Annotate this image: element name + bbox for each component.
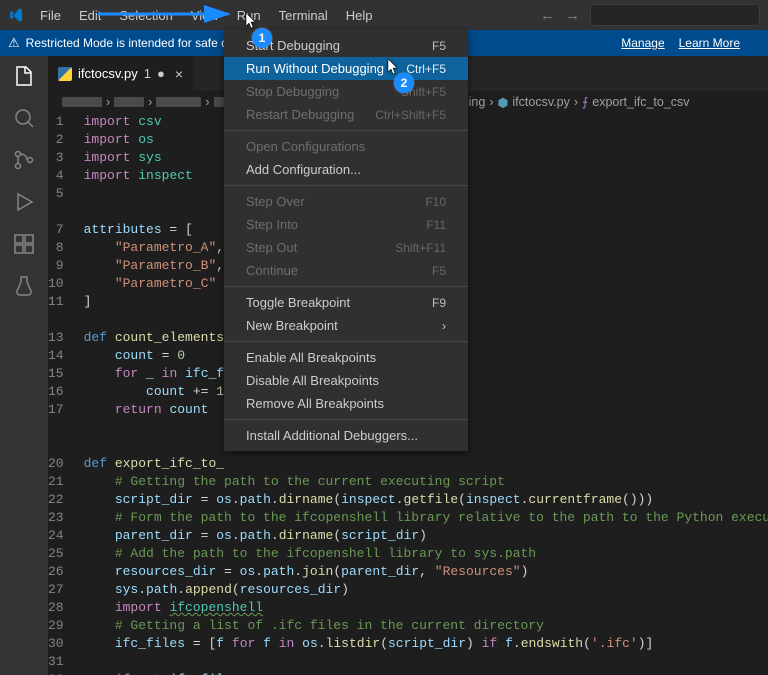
- python-file-icon: ⬢: [497, 95, 508, 110]
- menu-add-configuration[interactable]: Add Configuration...: [224, 158, 468, 181]
- shield-icon: ⚠: [8, 35, 20, 51]
- tab-filename: ifctocsv.py: [78, 66, 138, 81]
- nav-forward-icon[interactable]: →: [565, 7, 580, 24]
- source-control-icon[interactable]: [12, 148, 36, 172]
- menu-file[interactable]: File: [32, 4, 69, 27]
- menu-help[interactable]: Help: [338, 4, 381, 27]
- menu-toggle-breakpoint[interactable]: Toggle BreakpointF9: [224, 291, 468, 314]
- menu-enable-all-breakpoints[interactable]: Enable All Breakpoints: [224, 346, 468, 369]
- breadcrumb-redacted: [114, 97, 144, 107]
- function-icon: ⨍: [582, 95, 588, 109]
- search-icon[interactable]: [12, 106, 36, 130]
- extensions-icon[interactable]: [12, 232, 36, 256]
- restricted-manage-link[interactable]: Manage: [621, 36, 664, 50]
- breadcrumb-file[interactable]: ifctocsv.py: [512, 95, 569, 109]
- breadcrumb-function[interactable]: export_ifc_to_csv: [592, 95, 689, 109]
- tab-ifctocsv[interactable]: ifctocsv.py 1 ● ×: [48, 56, 194, 91]
- run-debug-icon[interactable]: [12, 190, 36, 214]
- menu-disable-all-breakpoints[interactable]: Disable All Breakpoints: [224, 369, 468, 392]
- menu-continue: ContinueF5: [224, 259, 468, 282]
- activity-bar: [0, 56, 48, 675]
- menu-start-debugging[interactable]: Start DebuggingF5: [224, 34, 468, 57]
- menu-open-configurations: Open Configurations: [224, 135, 468, 158]
- menu-step-out: Step OutShift+F11: [224, 236, 468, 259]
- breadcrumb-redacted: [156, 97, 201, 107]
- nav-back-icon[interactable]: ←: [540, 7, 555, 24]
- menu-view[interactable]: View: [183, 4, 227, 27]
- menu-install-debuggers[interactable]: Install Additional Debuggers...: [224, 424, 468, 447]
- line-gutter: 1234578910111314151617202122232425262728…: [48, 113, 80, 675]
- menu-run-without-debugging[interactable]: Run Without DebuggingCtrl+F5: [224, 57, 468, 80]
- menu-step-into: Step IntoF11: [224, 213, 468, 236]
- menu-edit[interactable]: Edit: [71, 4, 109, 27]
- run-menu-dropdown: Start DebuggingF5 Run Without DebuggingC…: [224, 30, 468, 451]
- menu-remove-all-breakpoints[interactable]: Remove All Breakpoints: [224, 392, 468, 415]
- menu-run[interactable]: Run: [229, 4, 269, 27]
- titlebar-search-input[interactable]: [590, 4, 760, 26]
- vscode-logo: [8, 7, 24, 23]
- menu-stop-debugging: Stop DebuggingShift+F5: [224, 80, 468, 103]
- python-file-icon: [58, 67, 72, 81]
- menu-terminal[interactable]: Terminal: [271, 4, 336, 27]
- menu-restart-debugging: Restart DebuggingCtrl+Shift+F5: [224, 103, 468, 126]
- tab-dirty-indicator: 1: [144, 66, 151, 81]
- restricted-text: Restricted Mode is intended for safe cod…: [26, 36, 247, 50]
- tab-modified-dot: ●: [157, 66, 165, 81]
- menu-step-over: Step OverF10: [224, 190, 468, 213]
- restricted-learn-link[interactable]: Learn More: [679, 36, 740, 50]
- menu-selection[interactable]: Selection: [111, 4, 180, 27]
- menu-new-breakpoint[interactable]: New Breakpoint›: [224, 314, 468, 337]
- close-icon[interactable]: ×: [175, 66, 183, 82]
- titlebar: File Edit Selection View Run Terminal He…: [0, 0, 768, 30]
- explorer-icon[interactable]: [12, 64, 36, 88]
- testing-icon[interactable]: [12, 274, 36, 298]
- breadcrumb-redacted: [62, 97, 102, 107]
